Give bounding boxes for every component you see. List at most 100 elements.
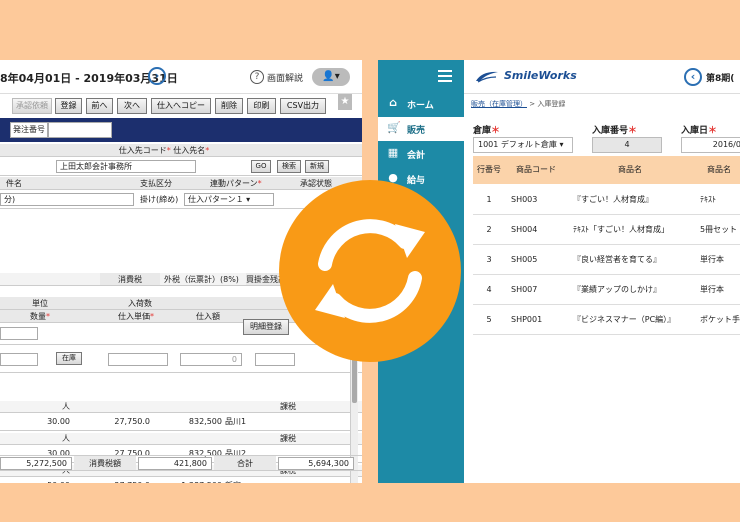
warehouse-select[interactable]: 1001 デフォルト倉庫 ▾ (473, 137, 573, 153)
unit-price-input[interactable] (108, 353, 168, 366)
sidebar-item-label: ホーム (407, 101, 434, 111)
total-label: 合計 (214, 456, 276, 470)
line-amount: 832,500 (188, 417, 222, 426)
table-row[interactable]: 2 SH004 ﾃｷｽﾄ「すごい！人材育成」 5冊セット (473, 215, 740, 245)
supplier-input-row: 上田太郎会計事務所 GO 検索 新規 (0, 157, 362, 176)
copy-to-purchase-button[interactable]: 仕入へコピー (151, 98, 211, 114)
pattern-select[interactable]: 仕入パターン１ ▾ (184, 193, 274, 206)
supplier-go-button[interactable]: GO (251, 160, 271, 173)
sync-icon (315, 219, 425, 323)
stock-button[interactable]: 在庫 (56, 352, 82, 365)
breadcrumb: 販売（在庫管理） > 入庫登録 (471, 99, 565, 109)
tax-label: 消費税 (100, 273, 160, 285)
qty-input[interactable] (0, 353, 38, 366)
legacy-header: 8年04月01日 - 2019年03月31日 › ? 画面解説 👤▾ (0, 60, 362, 94)
warehouse-label: 倉庫＊ (473, 123, 500, 136)
line-unit-price: 27,750.0 (114, 417, 150, 426)
table-row[interactable]: 1 SH003 『すごい！人材育成』 ﾃｷｽﾄ (473, 185, 740, 215)
chevron-right-circle-icon[interactable]: › (148, 67, 166, 85)
unit-header: 単位 (32, 299, 48, 308)
product-code: SH003 (511, 195, 538, 204)
delete-button[interactable]: 削除 (215, 98, 243, 114)
supplier-header: 仕入先コード* 仕入先名* (74, 144, 254, 156)
supplier-new-button[interactable]: 新規 (305, 160, 329, 173)
line-amount: 1,387,500 (152, 477, 222, 483)
supplier-name-label: 仕入先名 (173, 146, 206, 155)
required-mark: * (150, 312, 154, 321)
required-mark: ＊ (708, 126, 718, 136)
line-tax-type: 課税 (280, 402, 296, 411)
amount-header: 仕入額 (196, 312, 220, 321)
scrollbar-thumb[interactable] (352, 355, 357, 403)
pattern-label: 連動パターン* (210, 177, 262, 189)
required-mark: * (166, 146, 171, 155)
sync-badge (279, 180, 461, 362)
column-header-product-code: 商品コード (516, 165, 556, 174)
item-name-field[interactable]: 分) (0, 193, 134, 206)
pattern-select-value: 仕入パターン１ (188, 195, 244, 204)
line-qty: 30.00 (47, 417, 70, 426)
home-icon: ⌂ (389, 96, 397, 109)
line-unit-price: 27,750.0 (72, 477, 150, 483)
sidebar-item-label: 販売 (407, 126, 426, 136)
pattern-label-text: 連動パターン (210, 179, 258, 188)
row-number: 2 (486, 225, 492, 234)
unit-price-header: 仕入単価* (118, 310, 154, 322)
line-qty: 50.00 (0, 477, 70, 483)
receipt-number-label-text: 入庫番号 (592, 126, 629, 136)
hamburger-menu-icon[interactable] (438, 70, 452, 85)
request-approval-button[interactable]: 承認依頼 (12, 98, 52, 114)
table-row[interactable]: 3 SH005 『良い経営者を育てる』 単行本 (473, 245, 740, 275)
legacy-toolbar: 承認依頼 登録 前へ 次へ 仕入へコピー 削除 印刷 CSV出力 (0, 98, 362, 116)
tax-amount-value: 421,800 (138, 457, 212, 470)
smileworks-logo[interactable]: SmileWorks (504, 69, 577, 82)
sidebar-item-home[interactable]: ⌂ ホーム (378, 92, 464, 116)
register-button[interactable]: 登録 (55, 98, 82, 114)
table-row[interactable]: 5 SHP001 『ビジネスマナー（PC編）』 ポケット手 (473, 305, 740, 335)
favorite-star-icon[interactable]: ★ (338, 94, 352, 110)
qty-header: 数量* (30, 310, 50, 322)
sidebar-item-label: 会計 (407, 151, 426, 161)
print-button[interactable]: 印刷 (247, 98, 276, 114)
order-number-label: 発注番号 (10, 122, 48, 138)
required-mark: ＊ (628, 126, 638, 136)
breadcrumb-sales-link[interactable]: 販売（在庫管理） (471, 100, 527, 108)
sidebar-item-calculator[interactable]: ▦ 会計 (378, 142, 464, 166)
supplier-name-field[interactable]: 上田太郎会計事務所 (56, 160, 196, 173)
product-spec: 単行本 (700, 285, 724, 294)
csv-export-button[interactable]: CSV出力 (280, 98, 326, 114)
next-button[interactable]: 次へ (117, 98, 147, 114)
receipt-table-header: 行番号 商品コード 商品名 商品名 (473, 156, 740, 184)
line-item-unit-row: 人 課税 (0, 401, 362, 413)
chevron-left-circle-icon[interactable]: ‹ (684, 68, 702, 86)
caret-down-icon: ▾ (559, 140, 564, 149)
receipt-date-label: 入庫日＊ (681, 123, 717, 136)
unit-price-header-text: 仕入単価 (118, 312, 150, 321)
supplier-search-button[interactable]: 検索 (277, 160, 301, 173)
line-memo: 品川1 (225, 417, 247, 426)
previous-button[interactable]: 前へ (86, 98, 113, 114)
amount-input[interactable]: 0 (180, 353, 242, 366)
product-code: SH007 (511, 285, 538, 294)
user-menu-button[interactable]: 👤▾ (312, 68, 350, 86)
total-value: 5,694,300 (278, 457, 354, 470)
table-row[interactable]: 50.00 27,750.0 1,387,500 新宿 (0, 477, 362, 483)
breadcrumb-current: 入庫登録 (537, 100, 566, 108)
supplier-code-label: 仕入先コード (118, 146, 167, 155)
product-name: 『良い経営者を育てる』 (573, 255, 661, 264)
receipt-date-field[interactable]: 2016/03 (681, 137, 740, 153)
table-row[interactable]: 30.00 27,750.0 832,500 品川1 (0, 413, 362, 431)
sidebar-item-cart[interactable]: 🛒 販売 (378, 117, 464, 141)
line-tax-type: 課税 (280, 434, 296, 443)
help-link[interactable]: 画面解説 (267, 71, 303, 84)
product-spec: ﾃｷｽﾄ (700, 195, 716, 204)
order-number-input[interactable] (48, 122, 112, 138)
supplier-header-row: 仕入先コード* 仕入先名* (0, 144, 362, 157)
unit-input[interactable] (0, 327, 38, 340)
warehouse-select-value: 1001 デフォルト倉庫 (478, 140, 557, 149)
question-icon[interactable]: ? (250, 70, 264, 84)
smileworks-header: SmileWorks ‹ 第8期( (464, 60, 740, 94)
caret-down-icon: ▾ (246, 195, 251, 204)
payment-type-value: 掛け(締め) (140, 195, 179, 204)
table-row[interactable]: 4 SH007 『業績アップのしかけ』 単行本 (473, 275, 740, 305)
